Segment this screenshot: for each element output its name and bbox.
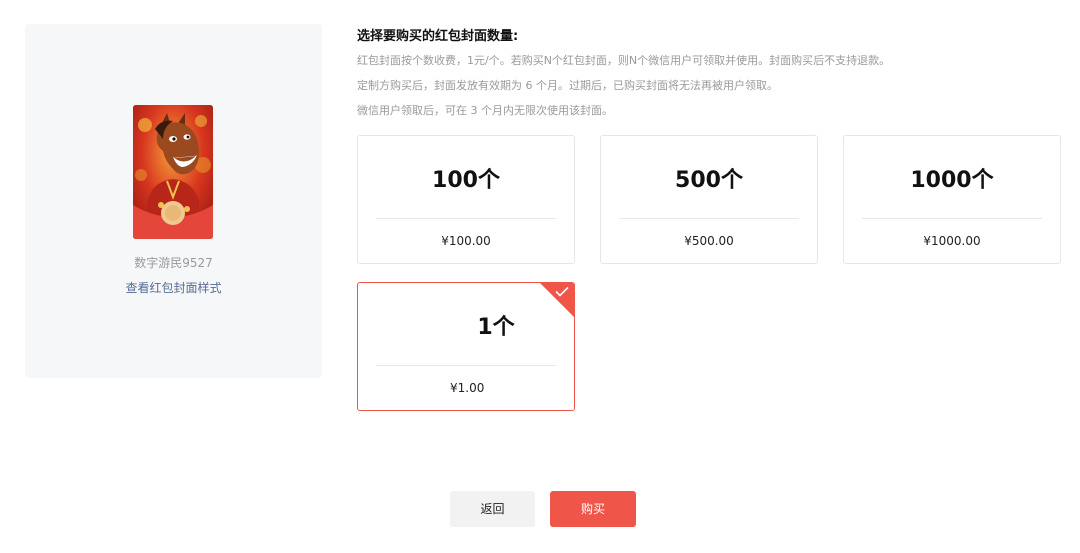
option-divider [862, 218, 1042, 219]
cover-preview-panel: 数字游民9527 查看红包封面样式 [25, 24, 322, 378]
back-button[interactable]: 返回 [450, 491, 535, 527]
cover-owner-name: 数字游民9527 [134, 256, 213, 270]
purchase-page: 数字游民9527 查看红包封面样式 选择要购买的红包封面数量: 红包封面按个数收… [0, 0, 1080, 553]
description-line: 红包封面按个数收费，1元/个。若购买N个红包封面，则N个微信用户可领取并使用。封… [357, 54, 891, 67]
option-divider [376, 365, 556, 366]
red-envelope-cover-image [133, 105, 213, 239]
option-price: ¥1000.00 [923, 234, 981, 248]
option-quantity: 1个 [477, 315, 515, 340]
option-quantity: 500个 [675, 168, 743, 193]
view-cover-style-link[interactable]: 查看红包封面样式 [25, 279, 322, 296]
check-icon [555, 286, 569, 297]
quantity-option-1[interactable]: 1个 ¥1.00 [357, 282, 575, 411]
description-line: 微信用户领取后，可在 3 个月内无限次使用该封面。 [357, 104, 613, 117]
option-price: ¥500.00 [684, 234, 734, 248]
option-divider [376, 218, 556, 219]
option-price: ¥100.00 [441, 234, 491, 248]
quantity-option-1000[interactable]: 1000个 ¥1000.00 [843, 135, 1061, 264]
option-quantity: 100个 [432, 168, 500, 193]
option-quantity: 1000个 [910, 168, 994, 193]
buy-button[interactable]: 购买 [550, 491, 636, 527]
quantity-option-500[interactable]: 500个 ¥500.00 [600, 135, 818, 264]
option-price: ¥1.00 [450, 381, 485, 395]
option-divider [619, 218, 799, 219]
quantity-option-100[interactable]: 100个 ¥100.00 [357, 135, 575, 264]
page-title: 选择要购买的红包封面数量: [357, 29, 519, 44]
description-line: 定制方购买后，封面发放有效期为 6 个月。过期后，已购买封面将无法再被用户领取。 [357, 79, 778, 92]
